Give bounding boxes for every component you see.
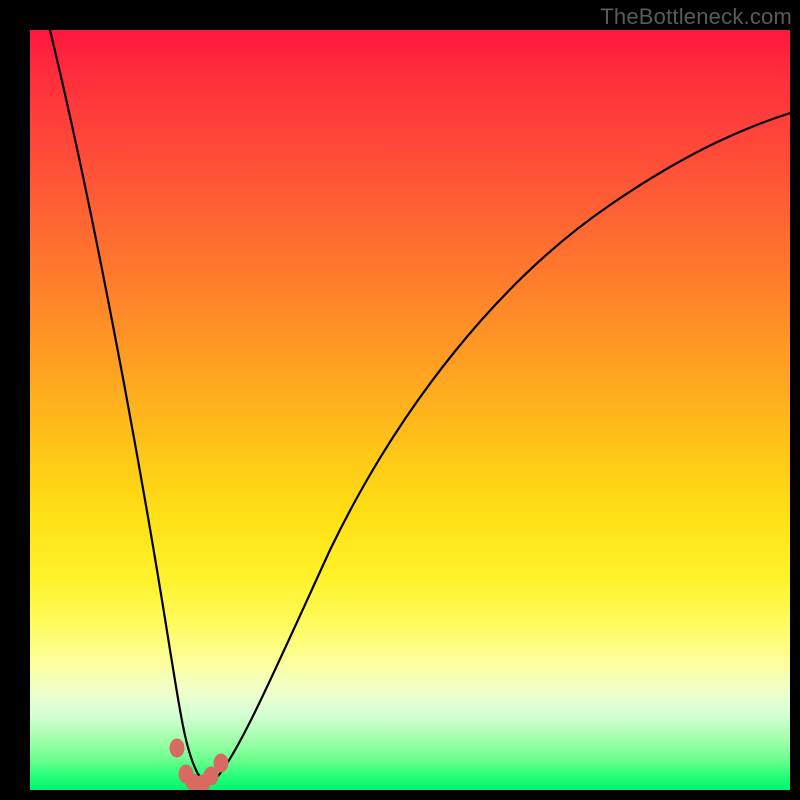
chart-frame: TheBottleneck.com: [0, 0, 800, 800]
watermark-text: TheBottleneck.com: [600, 4, 792, 30]
knot-dot: [170, 739, 184, 757]
plot-area: [30, 30, 790, 790]
bottleneck-curve: [45, 30, 790, 781]
knot-dot: [214, 754, 228, 772]
knot-cluster: [170, 739, 228, 790]
bottleneck-curve-svg: [30, 30, 790, 790]
